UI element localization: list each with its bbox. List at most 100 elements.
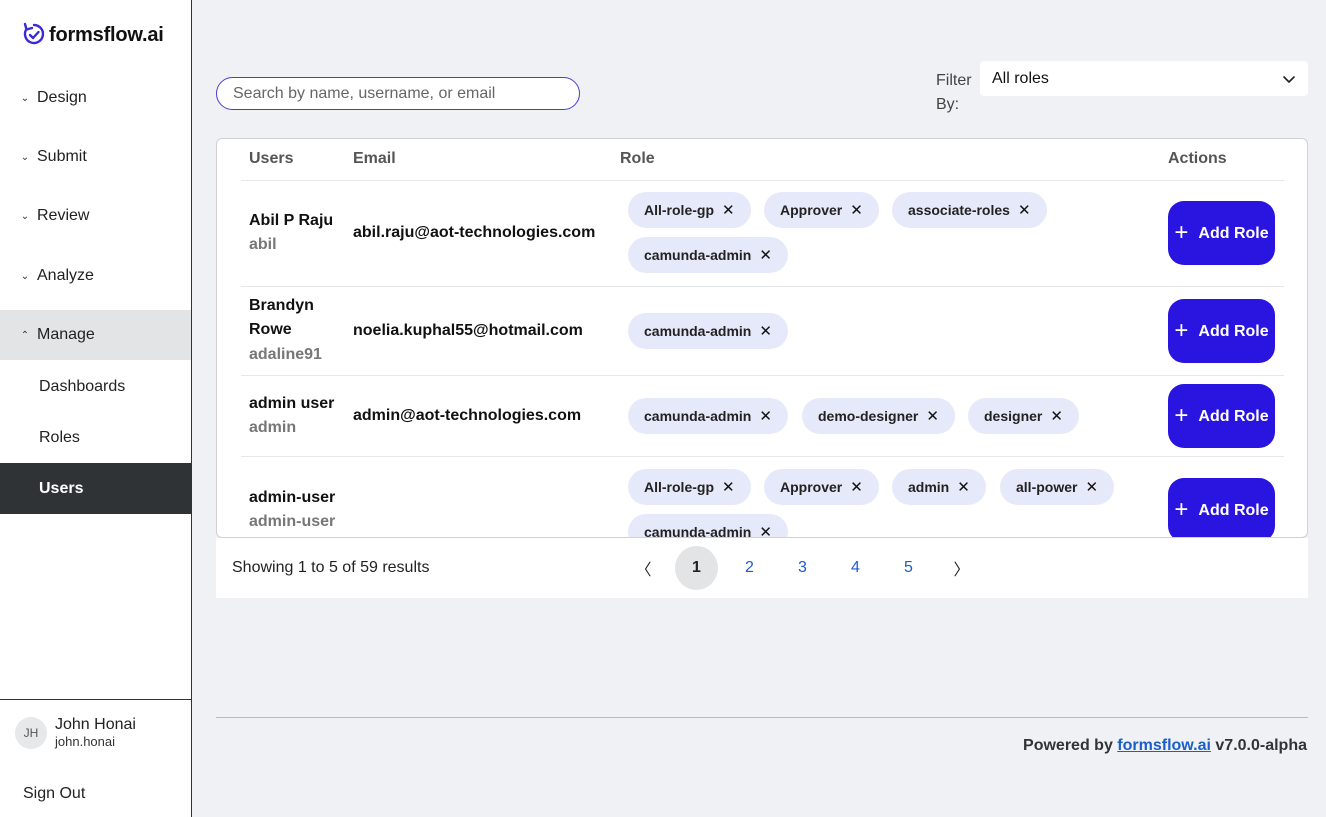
remove-role-icon[interactable]: ✕	[850, 201, 863, 219]
add-role-label: Add Role	[1198, 501, 1269, 519]
sidebar-item-users[interactable]: Users	[0, 463, 191, 514]
user-name: John Honai	[55, 716, 136, 733]
add-role-button[interactable]: + Add Role	[1168, 384, 1275, 448]
chevron-down-icon: ⌄	[20, 151, 30, 163]
remove-role-icon[interactable]: ✕	[1050, 407, 1063, 425]
user-username: admin-user	[249, 513, 336, 530]
role-chip-label: camunda-admin	[644, 408, 752, 424]
role-chip-label: All-role-gp	[644, 479, 714, 495]
user-profile[interactable]: JH John Honai john.honai	[15, 716, 136, 750]
nav-review[interactable]: ⌄ Review	[0, 191, 191, 241]
footer-divider	[216, 717, 1308, 718]
nav-manage[interactable]: ⌃ Manage	[0, 310, 191, 360]
remove-role-icon[interactable]: ✕	[759, 246, 772, 264]
chevron-down-icon: ⌄	[20, 270, 30, 282]
row-divider	[241, 456, 1284, 457]
next-page-button[interactable]: 〉	[940, 546, 983, 590]
role-chip: camunda-admin ✕	[628, 398, 788, 434]
user-email: noelia.kuphal55@hotmail.com	[353, 322, 583, 339]
footer: Powered by formsflow.ai v7.0.0-alpha	[1023, 737, 1307, 755]
add-role-button[interactable]: + Add Role	[1168, 299, 1275, 363]
remove-role-icon[interactable]: ✕	[759, 322, 772, 340]
sign-out-link[interactable]: Sign Out	[23, 785, 85, 803]
filter-selected-value: All roles	[992, 69, 1049, 87]
page-button-4[interactable]: 4	[834, 546, 877, 590]
chevron-down-icon: ⌄	[20, 210, 30, 222]
page-button-3[interactable]: 3	[781, 546, 824, 590]
plus-icon: +	[1174, 496, 1189, 523]
column-header-actions: Actions	[1168, 150, 1227, 167]
row-divider	[241, 180, 1284, 181]
role-chip: all-power ✕	[1000, 469, 1115, 505]
nav-label: Manage	[37, 326, 95, 343]
formsflow-link[interactable]: formsflow.ai	[1117, 737, 1211, 754]
remove-role-icon[interactable]: ✕	[759, 407, 772, 425]
remove-role-icon[interactable]: ✕	[1018, 201, 1031, 219]
remove-role-icon[interactable]: ✕	[957, 478, 970, 496]
add-role-button[interactable]: + Add Role	[1168, 478, 1275, 537]
chevron-down-icon	[1283, 75, 1295, 83]
prev-page-button[interactable]: 〈	[622, 546, 665, 590]
role-chip-label: demo-designer	[818, 408, 919, 424]
avatar: JH	[15, 717, 47, 749]
nav-label: Review	[37, 207, 90, 224]
role-chip-label: admin	[908, 479, 950, 495]
chevron-down-icon: ⌄	[20, 92, 30, 104]
page-button-2[interactable]: 2	[728, 546, 771, 590]
row-divider	[241, 286, 1284, 287]
plus-icon: +	[1174, 402, 1189, 429]
role-chip-label: designer	[984, 408, 1043, 424]
remove-role-icon[interactable]: ✕	[926, 407, 939, 425]
nav-submit[interactable]: ⌄ Submit	[0, 132, 191, 182]
add-role-label: Add Role	[1198, 322, 1269, 340]
add-role-button[interactable]: + Add Role	[1168, 201, 1275, 265]
role-filter-select[interactable]: All roles	[980, 61, 1308, 96]
sidebar-item-dashboards[interactable]: Dashboards	[0, 361, 191, 412]
role-chip: associate-roles ✕	[892, 192, 1047, 228]
user-username: john.honai	[55, 734, 115, 749]
sidebar-item-label: Roles	[39, 428, 80, 446]
chevron-up-icon: ⌃	[20, 329, 30, 341]
role-chip: admin ✕	[892, 469, 986, 505]
remove-role-icon[interactable]: ✕	[722, 478, 735, 496]
search-input[interactable]	[216, 77, 580, 110]
nav-analyze[interactable]: ⌄ Analyze	[0, 251, 191, 301]
role-chip-label: associate-roles	[908, 202, 1010, 218]
user-full-name: admin user	[249, 395, 335, 412]
nav-label: Analyze	[37, 267, 94, 284]
remove-role-icon[interactable]: ✕	[722, 201, 735, 219]
user-username: abil	[249, 236, 277, 253]
role-chip: camunda-admin ✕	[628, 237, 788, 273]
user-username: adaline91	[249, 346, 322, 363]
column-header-users: Users	[249, 150, 294, 167]
remove-role-icon[interactable]: ✕	[759, 523, 772, 537]
user-username: admin	[249, 419, 297, 436]
plus-icon: +	[1174, 219, 1189, 246]
role-chip-label: camunda-admin	[644, 524, 752, 538]
sidebar-item-label: Dashboards	[39, 377, 126, 395]
role-chip: All-role-gp ✕	[628, 469, 751, 505]
remove-role-icon[interactable]: ✕	[850, 478, 863, 496]
remove-role-icon[interactable]: ✕	[1085, 478, 1098, 496]
nav-label: Design	[37, 89, 87, 106]
sidebar-item-roles[interactable]: Roles	[0, 412, 191, 463]
footer-prefix: Powered by	[1023, 737, 1113, 754]
role-chip: camunda-admin ✕	[628, 313, 788, 349]
role-chip: Approver ✕	[764, 469, 879, 505]
role-chip: designer ✕	[968, 398, 1079, 434]
user-email: admin@aot-technologies.com	[353, 407, 582, 424]
user-email: abil.raju@aot-technologies.com	[353, 224, 596, 241]
filter-label: Filter By:	[936, 72, 972, 113]
role-chip-label: camunda-admin	[644, 247, 752, 263]
role-chip-label: All-role-gp	[644, 202, 714, 218]
user-full-name: admin-user	[249, 489, 336, 506]
sidebar-item-label: Users	[39, 479, 84, 497]
page-button-1[interactable]: 1	[675, 546, 718, 590]
page-button-5[interactable]: 5	[887, 546, 930, 590]
add-role-label: Add Role	[1198, 407, 1269, 425]
add-role-label: Add Role	[1198, 224, 1269, 242]
role-chip: Approver ✕	[764, 192, 879, 228]
plus-icon: +	[1174, 317, 1189, 344]
brand-logo[interactable]: formsflow.ai	[22, 22, 164, 48]
nav-design[interactable]: ⌄ Design	[0, 73, 191, 123]
